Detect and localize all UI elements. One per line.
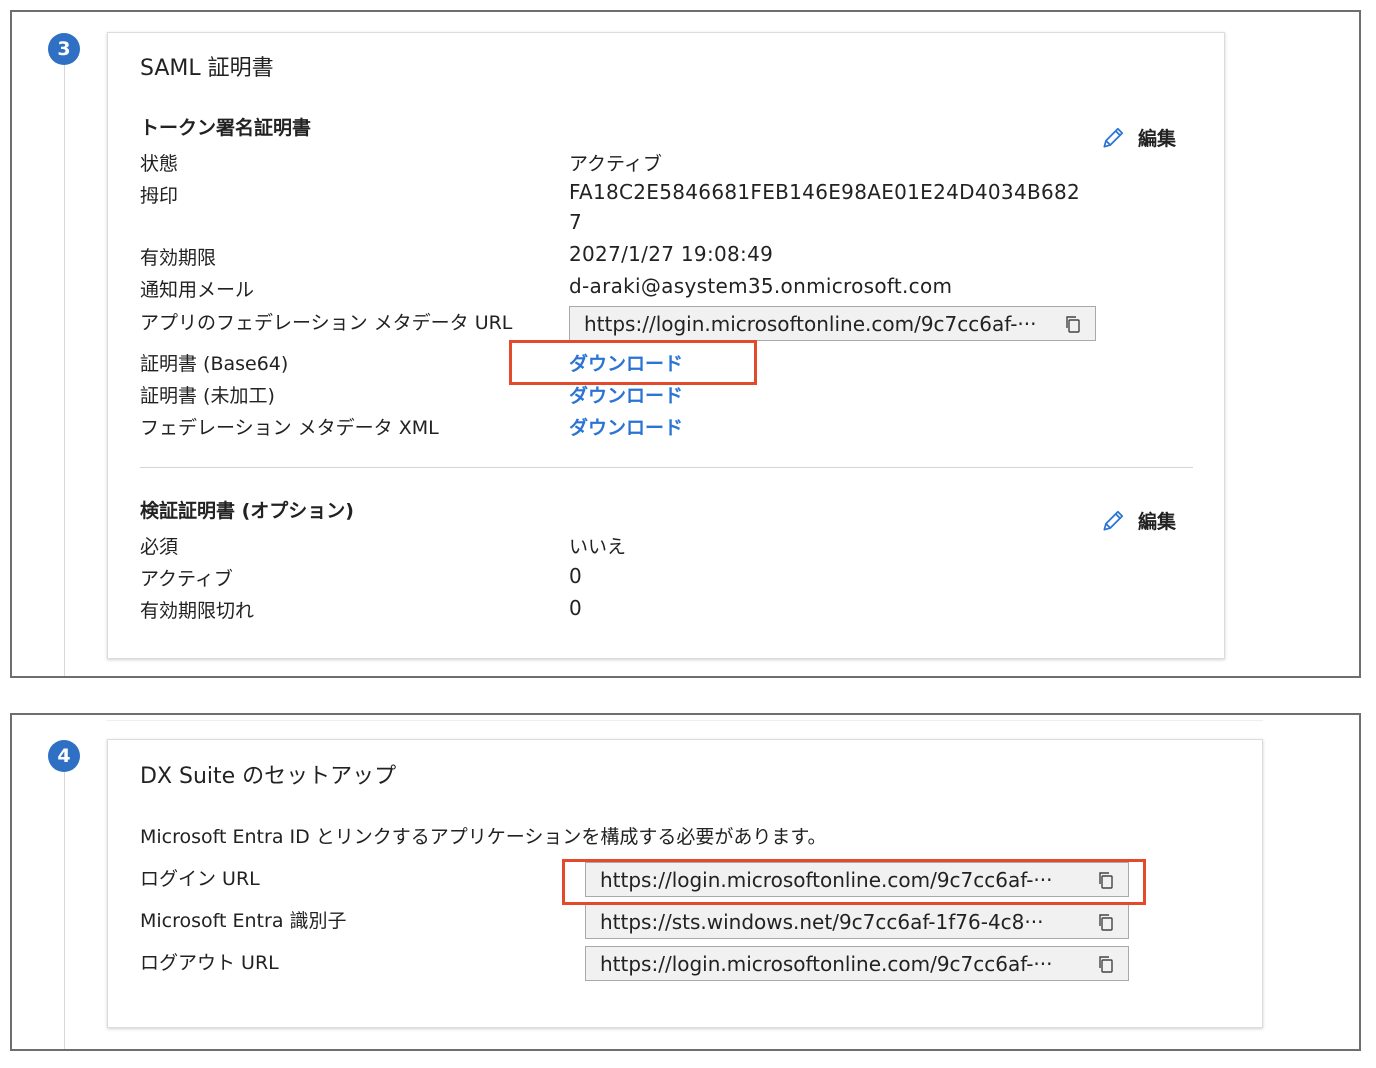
copy-icon[interactable] xyxy=(1096,912,1116,932)
metadata-xml-label: フェデレーション メタデータ XML xyxy=(140,417,439,439)
expiry-value: 2027/1/27 19:08:49 xyxy=(569,242,774,266)
highlight-box-cert-base64 xyxy=(509,340,757,385)
section-divider xyxy=(140,467,1193,468)
copy-icon[interactable] xyxy=(1096,954,1116,974)
step-line-3 xyxy=(64,60,65,676)
thumbprint-label: 拇印 xyxy=(140,185,179,207)
token-signing-heading: トークン署名証明書 xyxy=(140,117,312,139)
cert-raw-label: 証明書 (未加工) xyxy=(140,385,275,407)
entra-id-field[interactable]: https://sts.windows.net/9c7cc6af-1f76-4c… xyxy=(585,904,1129,939)
highlight-box-login-url xyxy=(562,859,1146,905)
expired-label: 有効期限切れ xyxy=(140,600,255,622)
card-title: DX Suite のセットアップ xyxy=(140,764,397,789)
required-value: いいえ xyxy=(569,536,627,558)
card-title: SAML 証明書 xyxy=(140,56,274,81)
notify-email-value: d-araki@asystem35.onmicrosoft.com xyxy=(569,274,953,298)
entra-id-label: Microsoft Entra 識別子 xyxy=(140,910,347,932)
status-label: 状態 xyxy=(140,153,179,175)
metadata-xml-download-link[interactable]: ダウンロード xyxy=(569,413,683,440)
metadata-url-label: アプリのフェデレーション メタデータ URL xyxy=(140,312,513,334)
metadata-url-text: https://login.microsoftonline.com/9c7cc6… xyxy=(584,311,1037,336)
metadata-url-field[interactable]: https://login.microsoftonline.com/9c7cc6… xyxy=(569,306,1096,341)
logout-url-text: https://login.microsoftonline.com/9c7cc6… xyxy=(600,951,1053,976)
active-value: 0 xyxy=(569,564,583,588)
status-value: アクティブ xyxy=(569,153,662,175)
pencil-icon xyxy=(1103,127,1124,148)
cert-raw-download-link[interactable]: ダウンロード xyxy=(569,381,683,408)
step-badge-3: 3 xyxy=(48,33,80,65)
notify-email-label: 通知用メール xyxy=(140,279,255,301)
thumbprint-value-line1: FA18C2E5846681FEB146E98AE01E24D4034B682 xyxy=(569,180,1081,204)
edit-token-signing-button[interactable]: 編集 xyxy=(1100,124,1176,151)
logout-url-label: ログアウト URL xyxy=(140,952,279,974)
cert-base64-label: 証明書 (Base64) xyxy=(140,353,289,375)
verification-cert-heading: 検証証明書 (オプション) xyxy=(140,500,354,522)
edit-verification-button[interactable]: 編集 xyxy=(1100,507,1176,534)
top-edge-shadow xyxy=(107,720,1263,721)
expiry-label: 有効期限 xyxy=(140,247,217,269)
required-label: 必須 xyxy=(140,536,179,558)
copy-icon[interactable] xyxy=(1063,314,1083,334)
edit-label: 編集 xyxy=(1138,511,1177,533)
thumbprint-value-line2: 7 xyxy=(569,210,583,234)
active-label: アクティブ xyxy=(140,568,233,590)
login-url-label: ログイン URL xyxy=(140,868,260,890)
entra-id-text: https://sts.windows.net/9c7cc6af-1f76-4c… xyxy=(600,909,1044,934)
expired-value: 0 xyxy=(569,596,583,620)
logout-url-field[interactable]: https://login.microsoftonline.com/9c7cc6… xyxy=(585,946,1129,981)
edit-label: 編集 xyxy=(1138,128,1177,150)
pencil-icon xyxy=(1103,510,1124,531)
step-badge-4: 4 xyxy=(48,740,80,772)
step-line-4 xyxy=(64,772,65,1049)
setup-description: Microsoft Entra ID とリンクするアプリケーションを構成する必要… xyxy=(140,826,827,848)
